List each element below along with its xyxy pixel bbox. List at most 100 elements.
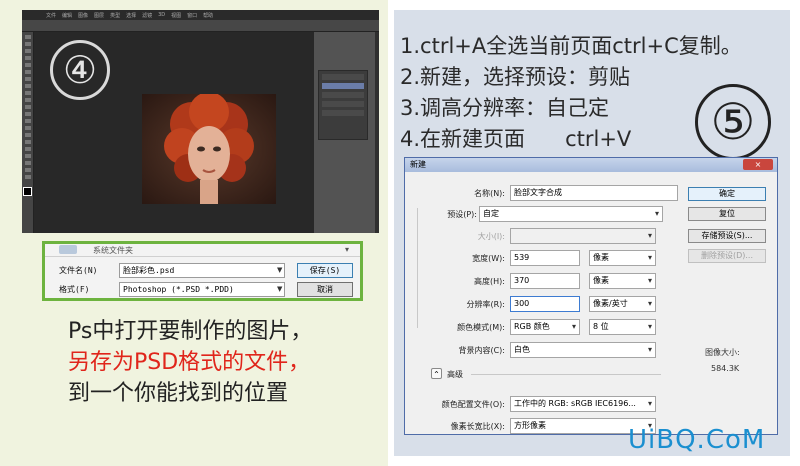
ps-menu-item[interactable]: 图像 bbox=[78, 12, 88, 19]
tool-icon[interactable] bbox=[25, 77, 31, 81]
save-button[interactable]: 保存(S) bbox=[297, 263, 353, 278]
tool-icon[interactable] bbox=[25, 140, 31, 144]
width-label: 宽度(W): bbox=[472, 254, 505, 263]
color-profile-label: 颜色配置文件(O): bbox=[441, 400, 505, 409]
name-input[interactable]: 脸部文字合成 bbox=[510, 185, 678, 201]
dialog-title: 新建 bbox=[410, 160, 426, 169]
tool-icon[interactable] bbox=[25, 42, 31, 46]
bit-depth-select[interactable]: 8 位 bbox=[589, 319, 656, 335]
chevron-down-icon[interactable]: ▼ bbox=[277, 266, 282, 274]
caption-text: Ps中打开要制作的图片， 另存为PSD格式的文件， 到一个你能找到的位置 bbox=[68, 316, 378, 409]
ps-menu-item[interactable]: 视图 bbox=[171, 12, 181, 19]
step-text: 2.新建，选择预设：剪贴 bbox=[400, 65, 631, 89]
chevron-down-icon[interactable]: ▾ bbox=[345, 245, 349, 254]
tool-icon[interactable] bbox=[25, 49, 31, 53]
tool-icon[interactable] bbox=[25, 119, 31, 123]
save-preset-button[interactable]: 存储预设(S)... bbox=[688, 229, 766, 243]
ps-menu-item[interactable]: 文件 bbox=[46, 12, 56, 19]
reset-button[interactable]: 复位 bbox=[688, 207, 766, 221]
tool-icon[interactable] bbox=[25, 168, 31, 172]
tool-icon[interactable] bbox=[25, 112, 31, 116]
filename-label: 文件名(N) bbox=[59, 266, 98, 275]
folder-label: 系统文件夹 bbox=[93, 246, 133, 255]
ps-menu-item[interactable]: 滤镜 bbox=[142, 12, 152, 19]
ps-right-panels bbox=[314, 32, 379, 233]
step-4-badge: ④ bbox=[50, 40, 110, 100]
color-mode-label: 颜色模式(M): bbox=[457, 323, 505, 332]
step-text: 4.在新建页面 ctrl+V bbox=[400, 127, 632, 151]
foreground-color-swatch[interactable] bbox=[23, 187, 32, 196]
close-button[interactable]: × bbox=[743, 159, 773, 170]
tool-icon[interactable] bbox=[25, 70, 31, 74]
preset-label: 预设(P): bbox=[447, 210, 477, 219]
color-profile-select[interactable]: 工作中的 RGB: sRGB IEC6196... bbox=[510, 396, 656, 412]
tool-icon[interactable] bbox=[25, 105, 31, 109]
ps-panel-strip bbox=[375, 32, 379, 233]
pixel-aspect-label: 像素长宽比(X): bbox=[450, 422, 505, 431]
ps-layers-panel[interactable] bbox=[318, 70, 368, 140]
caption-line: Ps中打开要制作的图片， bbox=[68, 319, 313, 344]
advanced-label: 高级 bbox=[447, 370, 463, 379]
ps-menu-item[interactable]: 3D bbox=[158, 12, 165, 18]
tool-icon[interactable] bbox=[25, 126, 31, 130]
resolution-label: 分辨率(R): bbox=[466, 300, 506, 309]
folder-icon bbox=[59, 245, 77, 254]
caption-line-highlight: 另存为PSD格式的文件， bbox=[68, 350, 311, 375]
ok-button[interactable]: 确定 bbox=[688, 187, 766, 201]
color-mode-select[interactable]: RGB 颜色 bbox=[510, 319, 580, 335]
layer-row[interactable] bbox=[322, 110, 364, 116]
image-size-value: 584.3K bbox=[711, 364, 740, 373]
height-input[interactable]: 370 bbox=[510, 273, 580, 289]
width-unit-select[interactable]: 像素 bbox=[589, 250, 656, 266]
layer-row[interactable] bbox=[322, 101, 364, 107]
step-text: 3.调高分辨率：自己定 bbox=[400, 96, 610, 120]
background-select[interactable]: 白色 bbox=[510, 342, 656, 358]
divider bbox=[45, 256, 360, 257]
delete-preset-button: 删除预设(D)... bbox=[688, 249, 766, 263]
size-label: 大小(I): bbox=[477, 232, 505, 241]
height-unit-select[interactable]: 像素 bbox=[589, 273, 656, 289]
dialog-titlebar[interactable]: 新建 × bbox=[405, 158, 777, 172]
divider bbox=[471, 374, 661, 375]
tool-icon[interactable] bbox=[25, 35, 31, 39]
portrait-image bbox=[142, 94, 276, 204]
tool-icon[interactable] bbox=[25, 154, 31, 158]
tool-icon[interactable] bbox=[25, 161, 31, 165]
tool-icon[interactable] bbox=[25, 98, 31, 102]
tool-icon[interactable] bbox=[25, 91, 31, 95]
width-input[interactable]: 539 bbox=[510, 250, 580, 266]
layer-row[interactable] bbox=[322, 83, 364, 89]
chevron-down-icon[interactable]: ▼ bbox=[277, 285, 282, 293]
tool-icon[interactable] bbox=[25, 56, 31, 60]
layer-row[interactable] bbox=[322, 92, 364, 98]
preset-group-line bbox=[417, 208, 418, 328]
name-label: 名称(N): bbox=[474, 189, 505, 198]
cancel-button[interactable]: 取消 bbox=[297, 282, 353, 297]
save-as-dialog: 系统文件夹 ▾ 文件名(N) 脸部彩色.psd ▼ 保存(S) 格式(F) Ph… bbox=[42, 241, 363, 301]
tool-icon[interactable] bbox=[25, 63, 31, 67]
ps-menu-item[interactable]: 帮助 bbox=[203, 12, 213, 19]
ps-menu-item[interactable]: 编辑 bbox=[62, 12, 72, 19]
layer-row[interactable] bbox=[322, 74, 364, 80]
advanced-toggle-icon[interactable]: ⌃ bbox=[431, 368, 442, 379]
format-select[interactable]: Photoshop (*.PSD *.PDD) bbox=[119, 282, 285, 297]
resolution-unit-select[interactable]: 像素/英寸 bbox=[589, 296, 656, 312]
filename-input[interactable]: 脸部彩色.psd bbox=[119, 263, 285, 278]
ps-menu-item[interactable]: 图层 bbox=[94, 12, 104, 19]
watermark: UiBQ.CoM bbox=[628, 425, 766, 455]
resolution-input[interactable]: 300 bbox=[510, 296, 580, 312]
caption-line: 到一个你能找到的位置 bbox=[68, 381, 289, 406]
new-document-dialog: 新建 × 名称(N): 脸部文字合成 预设(P): 自定 大小(I): 宽度(W… bbox=[404, 157, 778, 435]
ps-menu-item[interactable]: 窗口 bbox=[187, 12, 197, 19]
ps-menu-item[interactable]: 类型 bbox=[110, 12, 120, 19]
tool-icon[interactable] bbox=[25, 175, 31, 179]
tool-icon[interactable] bbox=[25, 84, 31, 88]
photoshop-window: 文件 编辑 图像 图层 类型 选择 滤镜 3D 视图 窗口 帮助 ④ bbox=[22, 10, 379, 233]
ps-menubar: 文件 编辑 图像 图层 类型 选择 滤镜 3D 视图 窗口 帮助 bbox=[22, 10, 379, 20]
tool-icon[interactable] bbox=[25, 133, 31, 137]
height-label: 高度(H): bbox=[474, 277, 505, 286]
preset-select[interactable]: 自定 bbox=[479, 206, 663, 222]
tool-icon[interactable] bbox=[25, 147, 31, 151]
ps-toolbar bbox=[22, 32, 34, 233]
ps-menu-item[interactable]: 选择 bbox=[126, 12, 136, 19]
